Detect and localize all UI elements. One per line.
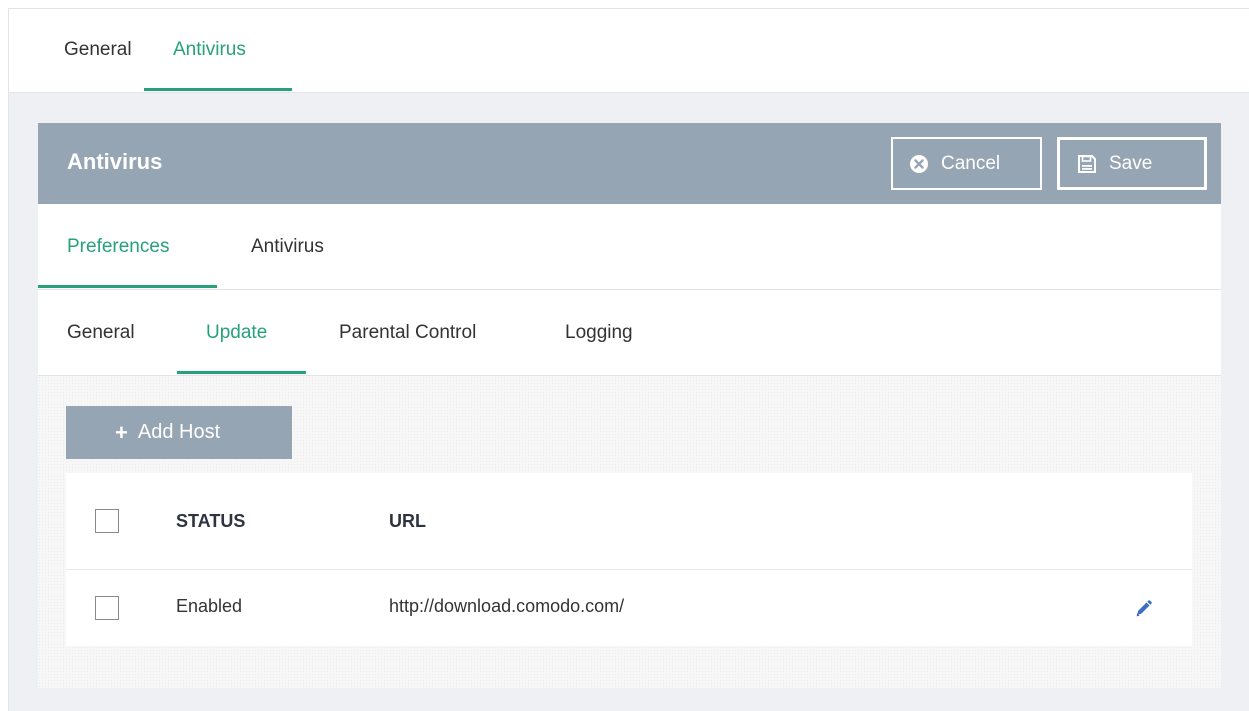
update-content: + Add Host STATUS URL Enabled http://dow… <box>38 376 1221 688</box>
plus-icon: + <box>115 419 128 445</box>
preferences-tab-bar: General Update Parental Control Logging <box>38 290 1221 376</box>
panel-header: Antivirus Cancel Save <box>38 123 1221 204</box>
column-header-status[interactable]: STATUS <box>176 511 245 532</box>
pref-tab-active-underline <box>177 371 306 374</box>
pencil-icon[interactable] <box>1132 598 1154 620</box>
tab-pref-general[interactable]: General <box>67 322 135 344</box>
select-all-checkbox[interactable] <box>95 509 119 533</box>
subtab-active-underline <box>38 285 217 288</box>
tab-pref-parental-control[interactable]: Parental Control <box>339 322 476 344</box>
tab-active-underline <box>144 88 292 91</box>
add-host-button[interactable]: + Add Host <box>66 406 292 459</box>
app-frame: General Antivirus Antivirus Cancel Save … <box>8 8 1249 711</box>
cancel-label: Cancel <box>941 152 1001 174</box>
cancel-button[interactable]: Cancel <box>891 137 1042 190</box>
save-label: Save <box>1109 152 1153 174</box>
x-circle-icon <box>909 154 929 174</box>
top-tab-bar: General Antivirus <box>9 9 1249 93</box>
tab-pref-update[interactable]: Update <box>206 322 267 344</box>
tab-preferences[interactable]: Preferences <box>67 236 169 258</box>
add-host-label: Add Host <box>137 421 221 443</box>
table-header-row: STATUS URL <box>66 473 1192 570</box>
tab-general[interactable]: General <box>64 39 132 61</box>
row-status: Enabled <box>176 596 243 616</box>
tab-sub-antivirus[interactable]: Antivirus <box>251 236 324 258</box>
table-row: Enabled http://download.comodo.com/ <box>66 570 1192 646</box>
save-button[interactable]: Save <box>1057 137 1207 190</box>
panel-title: Antivirus <box>67 149 163 174</box>
tab-antivirus[interactable]: Antivirus <box>173 39 246 61</box>
antivirus-panel: Antivirus Cancel Save Preferences Antivi… <box>38 123 1221 688</box>
row-checkbox[interactable] <box>95 596 119 620</box>
tab-pref-logging[interactable]: Logging <box>565 322 633 344</box>
column-header-url[interactable]: URL <box>389 511 426 532</box>
floppy-disk-icon <box>1077 154 1097 174</box>
row-url: http://download.comodo.com/ <box>389 596 625 616</box>
sub-tab-bar: Preferences Antivirus <box>38 204 1221 290</box>
host-table: STATUS URL Enabled http://download.comod… <box>66 473 1192 646</box>
